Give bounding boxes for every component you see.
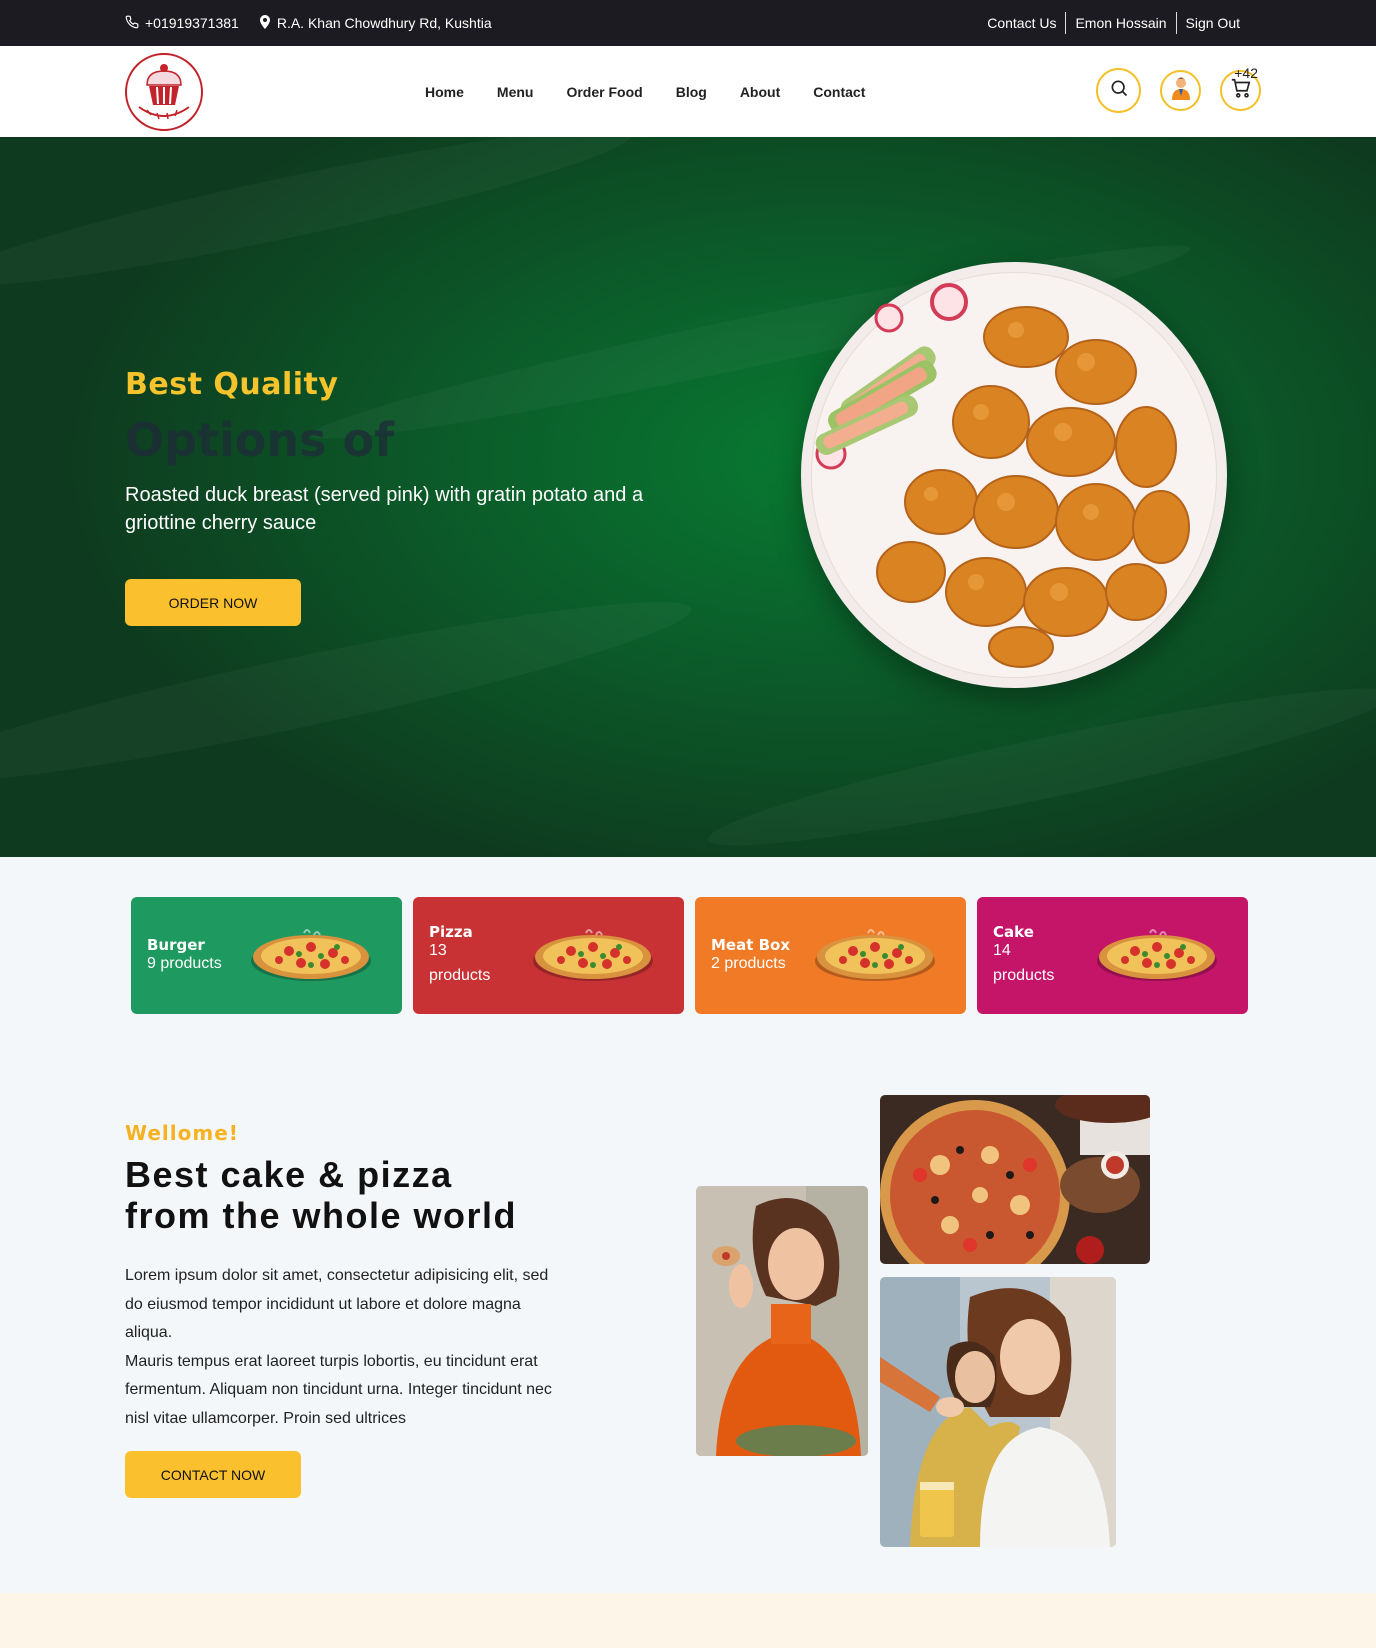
category-card-cake[interactable]: Cake 14 products (977, 897, 1248, 1014)
woman-eating-pizza-photo (696, 1186, 868, 1456)
contact-now-button[interactable]: CONTACT NOW (125, 1451, 301, 1498)
welcome-paragraph: Lorem ipsum dolor sit amet, consectetur … (125, 1267, 549, 1341)
main-nav: Home Menu Order Food Blog About Contact (425, 46, 865, 137)
contact-us-link[interactable]: Contact Us (978, 12, 1065, 34)
phone-number: +01919371381 (145, 15, 239, 31)
location-pin-icon (259, 14, 271, 32)
photo-illustration (880, 1095, 1150, 1264)
user-avatar-icon (1170, 76, 1192, 105)
hero-description: Roasted duck breast (served pink) with g… (125, 484, 644, 534)
hero-banner: Best Quality Options of Roasted duck bre… (0, 137, 1376, 857)
category-count: 14 products (993, 942, 1055, 984)
nav-blog[interactable]: Blog (676, 84, 707, 100)
user-name-link[interactable]: Emon Hossain (1066, 12, 1175, 34)
nav-contact[interactable]: Contact (813, 84, 865, 100)
welcome-title-line: from the whole world (125, 1195, 518, 1236)
search-button[interactable] (1096, 68, 1141, 113)
category-count: 9 products (147, 955, 222, 972)
account-links: Contact Us Emon Hossain Sign Out (978, 0, 1249, 46)
category-count: 13 products (429, 942, 491, 984)
hero-title: Options of (125, 413, 395, 467)
cart-icon (1230, 77, 1252, 104)
next-section-strip (0, 1593, 1376, 1648)
nav-menu[interactable]: Menu (497, 84, 534, 100)
site-logo[interactable] (125, 53, 203, 131)
address-text: R.A. Khan Chowdhury Rd, Kushtia (276, 15, 492, 31)
category-card-meat-box[interactable]: Meat Box 2 products (695, 897, 966, 1014)
category-count: 2 products (711, 955, 786, 972)
pizza-photo (880, 1095, 1150, 1264)
welcome-title-line: Best cake & pizza (125, 1154, 453, 1195)
phone-item: +01919371381 (125, 15, 239, 32)
photo-illustration (880, 1277, 1116, 1547)
pizza-image (813, 927, 937, 988)
welcome-eyebrow: Wellome! (125, 1121, 239, 1145)
fried-chicken-illustration (815, 283, 1190, 668)
pizza-image (1095, 927, 1219, 988)
category-card-pizza[interactable]: Pizza 13 products (413, 897, 684, 1014)
search-icon (1109, 78, 1129, 103)
cart-button[interactable]: +42 (1220, 65, 1261, 111)
category-list: Burger 9 products Pizza 13 products Meat… (131, 897, 1248, 1014)
nav-about[interactable]: About (740, 84, 780, 100)
pizza-image (531, 927, 655, 988)
cart-count-badge: +42 (1234, 65, 1258, 81)
order-now-button[interactable]: ORDER NOW (125, 579, 301, 626)
women-eating-pizza-photo (880, 1277, 1116, 1547)
background-texture (0, 575, 699, 810)
sign-out-link[interactable]: Sign Out (1177, 12, 1249, 34)
photo-illustration (696, 1186, 868, 1456)
top-bar: +01919371381 R.A. Khan Chowdhury Rd, Kus… (0, 0, 1376, 46)
profile-button[interactable] (1160, 70, 1201, 111)
nav-order-food[interactable]: Order Food (566, 84, 642, 100)
header-actions: +42 (1096, 65, 1261, 113)
phone-icon (125, 15, 139, 32)
welcome-text: Lorem ipsum dolor sit amet, consectetur … (125, 1262, 565, 1433)
welcome-paragraph: Mauris tempus erat laoreet turpis lobort… (125, 1352, 552, 1427)
address-item: R.A. Khan Chowdhury Rd, Kushtia (259, 14, 492, 32)
background-texture (0, 137, 639, 309)
food-plate-image (801, 262, 1227, 688)
welcome-title: Best cake & pizza from the whole world (125, 1154, 605, 1236)
main-header: Home Menu Order Food Blog About Contact … (0, 46, 1376, 137)
category-card-burger[interactable]: Burger 9 products (131, 897, 402, 1014)
background-texture (701, 665, 1376, 857)
hero-eyebrow: Best Quality (125, 367, 339, 402)
nav-home[interactable]: Home (425, 84, 464, 100)
pizza-image (249, 927, 373, 988)
contact-info: +01919371381 R.A. Khan Chowdhury Rd, Kus… (125, 0, 492, 46)
